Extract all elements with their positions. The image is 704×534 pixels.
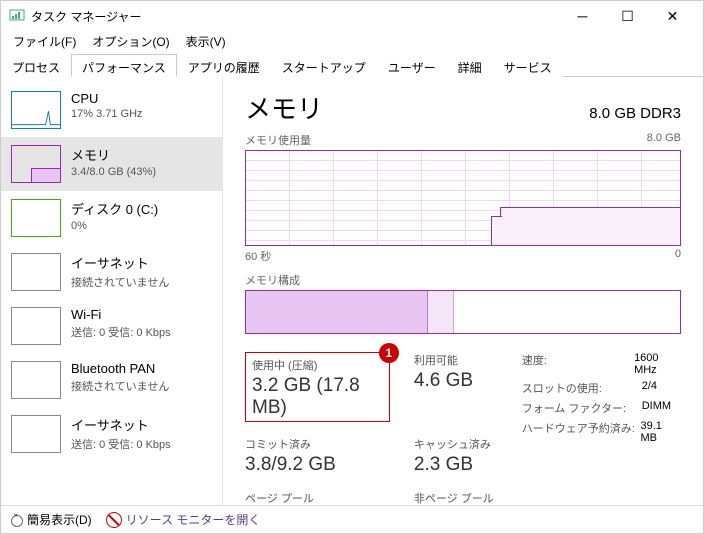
in-use-stat: 1 使用中 (圧縮) 3.2 GB (17.8 MB) bbox=[245, 352, 390, 422]
sidebar-item-subtitle: 接続されていません bbox=[71, 378, 169, 394]
tab-0[interactable]: プロセス bbox=[1, 54, 71, 77]
tab-2[interactable]: アプリの履歴 bbox=[177, 54, 271, 77]
page-title: メモリ bbox=[245, 89, 323, 126]
sidebar-item-subtitle: 17% 3.71 GHz bbox=[71, 108, 143, 120]
memory-composition-graph[interactable] bbox=[245, 290, 681, 334]
mini-graph-icon bbox=[11, 253, 61, 291]
sidebar-item-disk-2[interactable]: ディスク 0 (C:) 0% bbox=[1, 191, 222, 245]
sidebar-item-net-6[interactable]: イーサネット送信: 0 受信: 0 Kbps bbox=[1, 407, 222, 461]
sidebar-item-subtitle: 送信: 0 受信: 0 Kbps bbox=[71, 324, 171, 340]
tab-4[interactable]: ユーザー bbox=[377, 54, 447, 77]
sidebar-item-mem-1[interactable]: メモリ 3.4/8.0 GB (43%) bbox=[1, 137, 222, 191]
tab-1[interactable]: パフォーマンス bbox=[71, 54, 177, 77]
sidebar-item-subtitle: 接続されていません bbox=[71, 274, 169, 290]
maximize-button[interactable]: ☐ bbox=[605, 1, 650, 31]
usage-graph-label: メモリ使用量 bbox=[245, 132, 311, 148]
available-stat: 利用可能 4.6 GB bbox=[414, 352, 494, 422]
sidebar-item-net-4[interactable]: Wi-Fi 送信: 0 受信: 0 Kbps bbox=[1, 299, 222, 353]
sidebar-item-title: メモリ bbox=[71, 145, 156, 164]
collapse-icon bbox=[11, 515, 23, 527]
menu-options[interactable]: オプション(O) bbox=[84, 31, 177, 53]
slots-label: スロットの使用: bbox=[522, 380, 642, 396]
memory-spec: 8.0 GB DDR3 bbox=[589, 105, 681, 122]
hw-reserved-label: ハードウェア予約済み: bbox=[522, 420, 641, 444]
sidebar-item-title: Wi-Fi bbox=[71, 307, 171, 322]
committed-stat: コミット済み 3.8/9.2 GB bbox=[245, 436, 390, 476]
resource-monitor-icon bbox=[106, 512, 122, 528]
sidebar-item-title: イーサネット bbox=[71, 253, 169, 272]
window-title: タスク マネージャー bbox=[31, 8, 560, 25]
close-button[interactable]: ✕ bbox=[650, 1, 695, 31]
usage-graph-max: 8.0 GB bbox=[647, 132, 681, 148]
menu-view[interactable]: 表示(V) bbox=[178, 31, 234, 53]
fewer-details-link[interactable]: 簡易表示(D) bbox=[11, 511, 92, 528]
sidebar-item-cpu-0[interactable]: CPU 17% 3.71 GHz bbox=[1, 83, 222, 137]
app-icon bbox=[9, 8, 25, 24]
tab-3[interactable]: スタートアップ bbox=[271, 54, 377, 77]
mini-graph-icon bbox=[11, 415, 61, 453]
sidebar-item-title: CPU bbox=[71, 91, 143, 106]
composition-label: メモリ構成 bbox=[245, 272, 300, 288]
sidebar-item-net-5[interactable]: Bluetooth PAN 接続されていません bbox=[1, 353, 222, 407]
mini-graph-icon bbox=[11, 91, 61, 129]
mini-graph-icon bbox=[11, 145, 61, 183]
open-resource-monitor-link[interactable]: リソース モニターを開く bbox=[106, 511, 261, 529]
mini-graph-icon bbox=[11, 361, 61, 399]
form-factor-label: フォーム ファクター: bbox=[522, 400, 642, 416]
sidebar-item-title: ディスク 0 (C:) bbox=[71, 199, 158, 218]
annotation-badge: 1 bbox=[379, 343, 399, 363]
sidebar-item-title: Bluetooth PAN bbox=[71, 361, 169, 376]
sidebar-item-net-3[interactable]: イーサネット接続されていません bbox=[1, 245, 222, 299]
paged-pool-stat: ページ プール 164 MB bbox=[245, 490, 390, 505]
minimize-button[interactable]: ─ bbox=[560, 1, 605, 31]
tab-6[interactable]: サービス bbox=[493, 54, 563, 77]
x-axis-left: 60 秒 bbox=[245, 248, 271, 264]
memory-usage-graph[interactable] bbox=[245, 150, 681, 246]
sidebar-item-subtitle: 0% bbox=[71, 220, 158, 232]
mini-graph-icon bbox=[11, 199, 61, 237]
sidebar-item-subtitle: 送信: 0 受信: 0 Kbps bbox=[71, 436, 171, 452]
tab-5[interactable]: 詳細 bbox=[447, 54, 493, 77]
slots-value: 2/4 bbox=[642, 380, 657, 396]
sidebar-item-title: イーサネット bbox=[71, 415, 171, 434]
x-axis-right: 0 bbox=[675, 248, 681, 264]
nonpaged-pool-stat: 非ページ プール 120 MB bbox=[414, 490, 494, 505]
hw-reserved-value: 39.1 MB bbox=[640, 420, 681, 444]
mini-graph-icon bbox=[11, 307, 61, 345]
speed-value: 1600 MHz bbox=[634, 352, 681, 376]
cached-stat: キャッシュ済み 2.3 GB bbox=[414, 436, 494, 476]
form-factor-value: DIMM bbox=[642, 400, 671, 416]
menu-file[interactable]: ファイル(F) bbox=[5, 31, 84, 53]
sidebar-item-subtitle: 3.4/8.0 GB (43%) bbox=[71, 166, 156, 178]
speed-label: 速度: bbox=[522, 352, 634, 376]
